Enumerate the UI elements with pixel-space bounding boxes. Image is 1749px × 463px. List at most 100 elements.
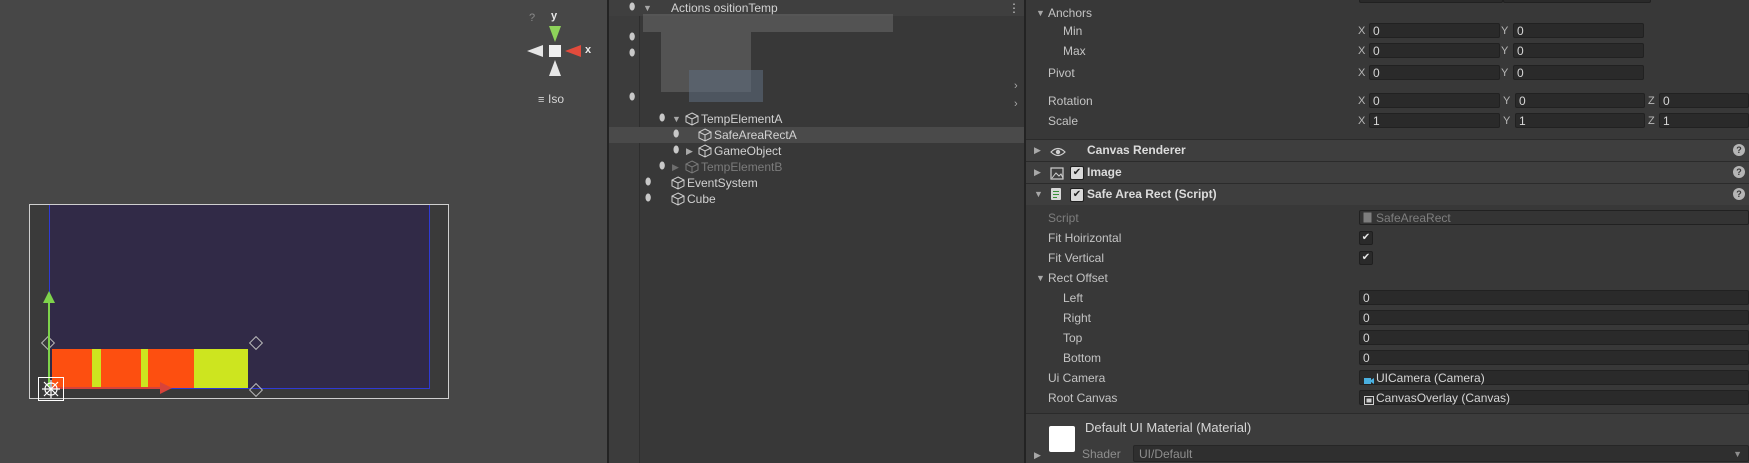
anchors-min-y-field[interactable]: 0	[1513, 23, 1644, 38]
hierarchy-item[interactable]: ⬮ ▶ GameObject	[609, 143, 1024, 159]
offset-bottom-row: Bottom 0	[1026, 349, 1749, 367]
chevron-down-icon[interactable]: ▼	[1036, 269, 1045, 287]
bar-lime-2[interactable]	[141, 349, 148, 388]
axis-x-label: X	[1358, 45, 1366, 57]
pin-icon[interactable]: ⬮	[659, 159, 665, 175]
pivot-handle-icon[interactable]	[38, 377, 64, 401]
chevron-right-icon[interactable]: ›	[1014, 80, 1018, 92]
rotation-y-field[interactable]: 0	[1515, 93, 1645, 108]
chevron-right-icon[interactable]: ›	[1014, 98, 1018, 110]
axis-x-label: X	[1358, 115, 1366, 127]
help-icon[interactable]: ?	[1733, 188, 1745, 200]
move-x-handle[interactable]	[52, 382, 172, 394]
hierarchy-panel[interactable]: ⬮ ▼ Actions ositionTemp ⋮ ⬮ ⬮ ⬮ › › ⬮ ▼ …	[609, 0, 1024, 463]
material-title: Default UI Material (Material)	[1085, 420, 1252, 435]
pin-icon[interactable]: ⬮	[659, 111, 665, 127]
chevron-down-icon[interactable]: ▼	[672, 111, 681, 127]
rotation-x-field[interactable]: 0	[1369, 93, 1500, 108]
component-canvas-renderer[interactable]: ▶ Canvas Renderer ?	[1026, 139, 1749, 161]
gizmo-x-arrow-icon[interactable]	[565, 45, 581, 57]
fit-vertical-checkbox[interactable]: ✔	[1359, 251, 1373, 265]
shader-label: Shader	[1082, 447, 1121, 461]
scale-z-field[interactable]: 1	[1659, 113, 1749, 128]
pin-icon[interactable]: ⬮	[629, 92, 635, 103]
bar-lime-1[interactable]	[92, 349, 101, 388]
chevron-right-icon[interactable]: ▶	[686, 143, 693, 159]
offset-top-field[interactable]: 0	[1359, 330, 1749, 345]
hierarchy-item[interactable]: ⬮ EventSystem	[609, 175, 1024, 191]
shader-dropdown[interactable]: UI/Default ▼	[1133, 445, 1749, 462]
anchors-max-y-field[interactable]: 0	[1513, 43, 1644, 58]
chevron-down-icon: ▼	[1733, 449, 1742, 459]
partial-field[interactable]	[1503, 0, 1651, 3]
pin-icon[interactable]: ⬮	[629, 32, 635, 43]
script-icon	[1050, 187, 1062, 208]
chevron-right-icon[interactable]: ▶	[1034, 450, 1041, 461]
scale-x-field[interactable]: 1	[1369, 113, 1500, 128]
iso-toggle[interactable]: ≡ Iso	[538, 92, 564, 106]
pivot-x-field[interactable]: 0	[1369, 65, 1500, 80]
offset-bottom-field[interactable]: 0	[1359, 350, 1749, 365]
move-y-handle[interactable]	[43, 291, 55, 387]
anchors-min-x-field[interactable]: 0	[1369, 23, 1500, 38]
hierarchy-item-label: SafeAreaRectA	[714, 128, 797, 142]
bar-orange-2[interactable]	[101, 349, 141, 388]
script-value: SafeAreaRect	[1376, 211, 1451, 225]
scene-orientation-gizmo[interactable]: y ? x	[525, 8, 605, 80]
gizmo-center-cube-icon[interactable]	[549, 45, 561, 57]
anchors-max-x-field[interactable]: 0	[1369, 43, 1500, 58]
more-menu-icon[interactable]: ⋮	[1008, 0, 1020, 16]
shader-value: UI/Default	[1139, 447, 1193, 461]
gizmo-y-arrow-icon[interactable]	[549, 26, 561, 42]
pin-icon[interactable]: ⬮	[673, 143, 679, 159]
partial-field[interactable]	[1359, 0, 1503, 3]
element-bars	[52, 349, 248, 388]
component-enabled-checkbox[interactable]: ✔	[1070, 188, 1084, 202]
hierarchy-item[interactable]: ⬮ Cube	[609, 191, 1024, 207]
chevron-right-icon[interactable]: ▶	[1034, 162, 1041, 183]
scale-y-field[interactable]: 1	[1515, 113, 1645, 128]
root-canvas-row: Root Canvas CanvasOverlay (Canvas)	[1026, 389, 1749, 407]
ui-camera-label: Ui Camera	[1048, 371, 1106, 385]
rotation-z-field[interactable]: 0	[1659, 93, 1749, 108]
chevron-down-icon[interactable]: ▼	[1036, 4, 1045, 22]
offset-left-field[interactable]: 0	[1359, 290, 1749, 305]
fit-horizontal-checkbox[interactable]: ✔	[1359, 231, 1373, 245]
pin-icon[interactable]: ⬮	[629, 0, 635, 16]
hierarchy-item[interactable]: ⬮ ▼ TempElementA	[609, 111, 1024, 127]
bar-lime-3[interactable]	[194, 349, 248, 388]
help-icon[interactable]: ?	[1733, 144, 1745, 156]
pin-icon[interactable]: ⬮	[645, 175, 651, 191]
chevron-right-icon[interactable]: ▶	[1034, 140, 1041, 161]
component-image[interactable]: ▶ ✔ Image ?	[1026, 161, 1749, 183]
offset-top-label: Top	[1063, 331, 1083, 345]
anchors-row[interactable]: ▼ Anchors	[1026, 4, 1749, 22]
offset-right-field[interactable]: 0	[1359, 310, 1749, 325]
root-canvas-label: Root Canvas	[1048, 391, 1118, 405]
component-enabled-checkbox[interactable]: ✔	[1070, 166, 1084, 180]
pin-icon[interactable]: ⬮	[673, 127, 679, 143]
chevron-down-icon[interactable]: ▼	[1034, 184, 1043, 205]
scene-view[interactable]: y ? x ≡ Iso	[0, 0, 607, 463]
hierarchy-item-label: TempElementA	[701, 112, 783, 126]
hierarchy-item[interactable]: ⬮ ▶ TempElementB	[609, 159, 1024, 175]
inspector-panel[interactable]: ▼ Anchors Min X 0 Y 0 Max X 0 Y 0 Pivot …	[1026, 0, 1749, 463]
root-canvas-field[interactable]: CanvasOverlay (Canvas)	[1359, 390, 1749, 405]
anchors-min-label: Min	[1063, 24, 1083, 38]
rect-offset-row[interactable]: ▼ Rect Offset	[1026, 269, 1749, 287]
pivot-y-field[interactable]: 0	[1513, 65, 1644, 80]
help-icon[interactable]: ?	[1733, 166, 1745, 178]
offset-right-label: Right	[1063, 311, 1092, 325]
pin-icon[interactable]: ⬮	[629, 48, 635, 59]
material-preview-swatch[interactable]	[1049, 426, 1075, 452]
hamburger-icon: ≡	[538, 94, 545, 106]
gizmo-neg-x-arrow-icon[interactable]	[527, 45, 543, 57]
hierarchy-item[interactable]: ⬮ SafeAreaRectA	[609, 127, 1024, 143]
material-section[interactable]: Default UI Material (Material) Shader UI…	[1026, 413, 1749, 463]
chevron-right-icon[interactable]: ▶	[672, 159, 679, 175]
component-safe-area-rect[interactable]: ▼ ✔ Safe Area Rect (Script) ?	[1026, 183, 1749, 205]
pin-icon[interactable]: ⬮	[645, 191, 651, 207]
ui-camera-field[interactable]: UICamera (Camera)	[1359, 370, 1749, 385]
gizmo-neg-y-arrow-icon[interactable]	[549, 60, 561, 76]
fit-horizontal-row: Fit Hoirizontal ✔	[1026, 229, 1749, 247]
